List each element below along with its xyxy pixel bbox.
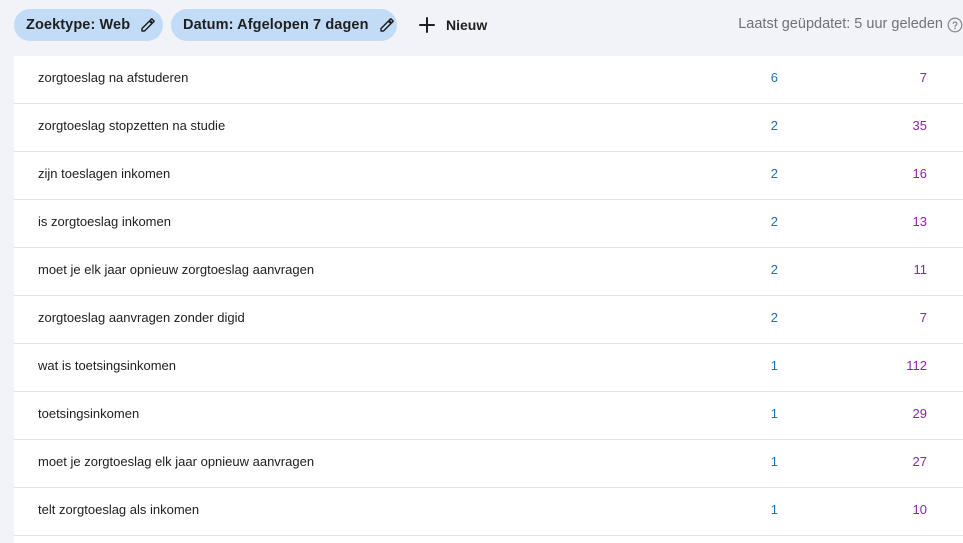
query-cell: telt zorgtoeslag als inkomen — [38, 502, 200, 517]
query-cell: zorgtoeslag stopzetten na studie — [38, 118, 226, 133]
clicks-cell: 2 — [770, 310, 778, 325]
query-cell: moet je zorgtoeslag elk jaar opnieuw aan… — [38, 454, 315, 469]
table-row[interactable]: telt zorgtoeslag als inkomen 1 10 — [14, 488, 963, 536]
clicks-cell: 2 — [770, 166, 778, 181]
search-type-filter-chip[interactable]: Zoektype: Web — [14, 9, 163, 41]
clicks-cell: 1 — [770, 454, 778, 469]
query-cell: toetsingsinkomen — [38, 406, 140, 421]
table-row[interactable]: zorgtoeslag stopzetten na studie 2 35 — [14, 104, 963, 152]
table-row[interactable]: toetsingsinkomen 1 29 — [14, 392, 963, 440]
pencil-icon[interactable] — [140, 17, 156, 33]
table-row[interactable]: zijn toeslagen inkomen 2 16 — [14, 152, 963, 200]
impressions-cell: 29 — [912, 406, 927, 421]
date-filter-chip[interactable]: Datum: Afgelopen 7 dagen — [171, 9, 397, 41]
clicks-cell: 1 — [770, 502, 778, 517]
filter-bar: Zoektype: Web Datum: Afgelopen 7 dagen N… — [0, 0, 963, 50]
date-filter-label: Datum: Afgelopen 7 dagen — [183, 17, 369, 33]
search-type-filter-label: Zoektype: Web — [26, 17, 131, 33]
query-cell: wat is toetsingsinkomen — [38, 358, 177, 373]
query-cell: zorgtoeslag aanvragen zonder digid — [38, 310, 245, 325]
impressions-cell: 16 — [912, 166, 927, 181]
table-row[interactable]: zorgtoeslag aanvragen zonder digid 2 7 — [14, 296, 963, 344]
query-cell: zijn toeslagen inkomen — [38, 166, 171, 181]
impressions-cell: 7 — [919, 70, 927, 85]
query-cell: zorgtoeslag na afstuderen — [38, 70, 189, 85]
clicks-cell: 2 — [770, 118, 778, 133]
clicks-cell: 1 — [770, 406, 778, 421]
queries-table: zorgtoeslag na afstuderen 6 7 zorgtoesla… — [14, 56, 963, 543]
new-filter-button[interactable]: Nieuw — [410, 9, 495, 41]
table-row[interactable]: moet je elk jaar opnieuw zorgtoeslag aan… — [14, 248, 963, 296]
impressions-cell: 35 — [912, 118, 927, 133]
impressions-cell: 7 — [919, 310, 927, 325]
impressions-cell: 27 — [912, 454, 927, 469]
impressions-cell: 10 — [912, 502, 927, 517]
plus-icon — [418, 16, 436, 34]
help-icon[interactable] — [947, 17, 963, 33]
table-row[interactable]: wat is toetsingsinkomen 1 112 — [14, 344, 963, 392]
table-row[interactable]: is zorgtoeslag inkomen 2 13 — [14, 200, 963, 248]
query-cell: moet je elk jaar opnieuw zorgtoeslag aan… — [38, 262, 315, 277]
clicks-cell: 1 — [770, 358, 778, 373]
clicks-cell: 2 — [770, 214, 778, 229]
last-updated-text: Laatst geüpdatet: 5 uur geleden — [738, 16, 943, 32]
pencil-icon[interactable] — [379, 17, 395, 33]
query-cell: is zorgtoeslag inkomen — [38, 214, 171, 229]
impressions-cell: 112 — [906, 358, 927, 373]
new-filter-label: Nieuw — [446, 17, 488, 33]
impressions-cell: 11 — [913, 262, 928, 277]
table-row[interactable]: moet je zorgtoeslag elk jaar opnieuw aan… — [14, 440, 963, 488]
table-row[interactable]: zorgtoeslag na afstuderen 6 7 — [14, 56, 963, 104]
clicks-cell: 6 — [770, 70, 778, 85]
clicks-cell: 2 — [770, 262, 778, 277]
impressions-cell: 13 — [912, 214, 927, 229]
